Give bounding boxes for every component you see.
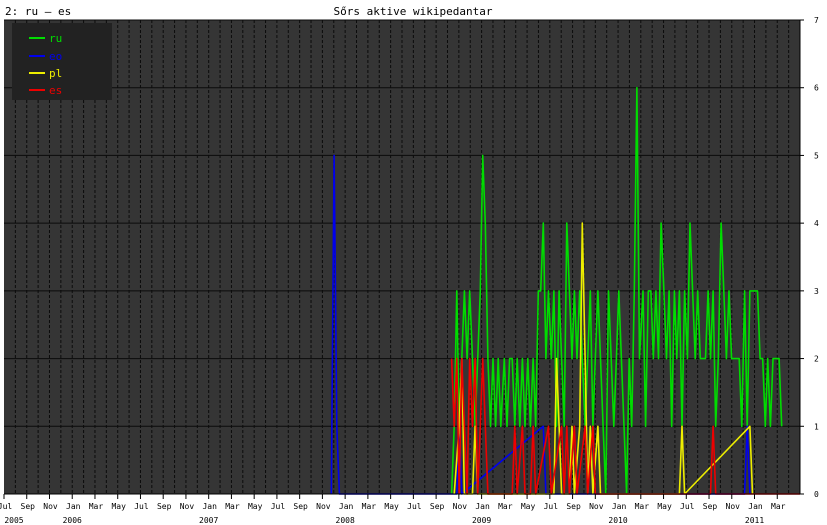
x-tick-label: Jul: [407, 502, 422, 511]
x-tick-label: Jul: [271, 502, 286, 511]
x-tick-label: May: [111, 502, 126, 511]
legend-label-es: es: [49, 84, 62, 97]
y-tick-label: 6: [814, 84, 819, 93]
year-tick-label: 2005: [4, 516, 23, 525]
legend-label-pl: pl: [49, 67, 62, 80]
y-tick-label: 0: [814, 490, 819, 499]
x-tick-label: Jan: [748, 502, 763, 511]
legend-label-ru: ru: [49, 32, 62, 45]
x-tick-label: Nov: [726, 502, 741, 511]
x-tick-label: Sep: [293, 502, 308, 511]
x-tick-label: Sep: [157, 502, 172, 511]
x-tick-label: Sep: [566, 502, 581, 511]
x-tick-label: Jul: [544, 502, 559, 511]
x-tick-label: Mar: [89, 502, 104, 511]
y-tick-label: 2: [814, 355, 819, 364]
x-tick-label: Mar: [635, 502, 650, 511]
x-tick-label: Sep: [703, 502, 718, 511]
chart-id-label: 2: ru – es: [5, 5, 71, 18]
y-tick-label: 1: [814, 422, 819, 431]
x-tick-label: Nov: [453, 502, 468, 511]
x-tick-label: Jan: [339, 502, 354, 511]
y-tick-label: 4: [814, 219, 819, 228]
x-tick-label: May: [521, 502, 536, 511]
x-tick-label: Nov: [180, 502, 195, 511]
year-tick-label: 2009: [472, 516, 491, 525]
x-tick-label: Jan: [202, 502, 217, 511]
x-tick-label: Sep: [21, 502, 36, 511]
x-tick-label: Nov: [316, 502, 331, 511]
x-tick-label: Jul: [134, 502, 149, 511]
x-tick-label: Mar: [362, 502, 377, 511]
x-tick-label: May: [657, 502, 672, 511]
x-tick-label: May: [384, 502, 399, 511]
year-tick-label: 2007: [199, 516, 218, 525]
chart-title: Sőrs aktive wikipedantar: [334, 5, 493, 18]
x-tick-label: Jan: [612, 502, 627, 511]
year-tick-label: 2010: [608, 516, 627, 525]
y-tick-label: 3: [814, 287, 819, 296]
x-tick-label: Nov: [589, 502, 604, 511]
x-tick-label: Jan: [475, 502, 490, 511]
x-tick-label: Mar: [771, 502, 786, 511]
x-tick-label: Jan: [66, 502, 81, 511]
x-tick-label: Nov: [43, 502, 58, 511]
x-tick-label: Sep: [430, 502, 445, 511]
legend: ru eo pl es: [12, 23, 112, 100]
x-tick-label: Jul: [0, 502, 12, 511]
year-tick-label: 2011: [745, 516, 764, 525]
chart: ru eo pl es 0 1 2 3 4 5 6 7 Jul Sep Nov Jan Mar May Ju…: [0, 0, 827, 525]
x-tick-label: Mar: [498, 502, 513, 511]
x-tick-label: May: [248, 502, 263, 511]
y-tick-label: 7: [814, 16, 819, 25]
year-tick-label: 2006: [63, 516, 82, 525]
legend-label-eo: eo: [49, 50, 62, 63]
year-tick-label: 2008: [336, 516, 355, 525]
x-tick-label: Mar: [225, 502, 240, 511]
chart-window: ru eo pl es 0 1 2 3 4 5 6 7 Jul Sep Nov Jan Mar May Ju…: [0, 0, 827, 525]
x-tick-label: Jul: [680, 502, 695, 511]
y-tick-label: 5: [814, 151, 819, 160]
